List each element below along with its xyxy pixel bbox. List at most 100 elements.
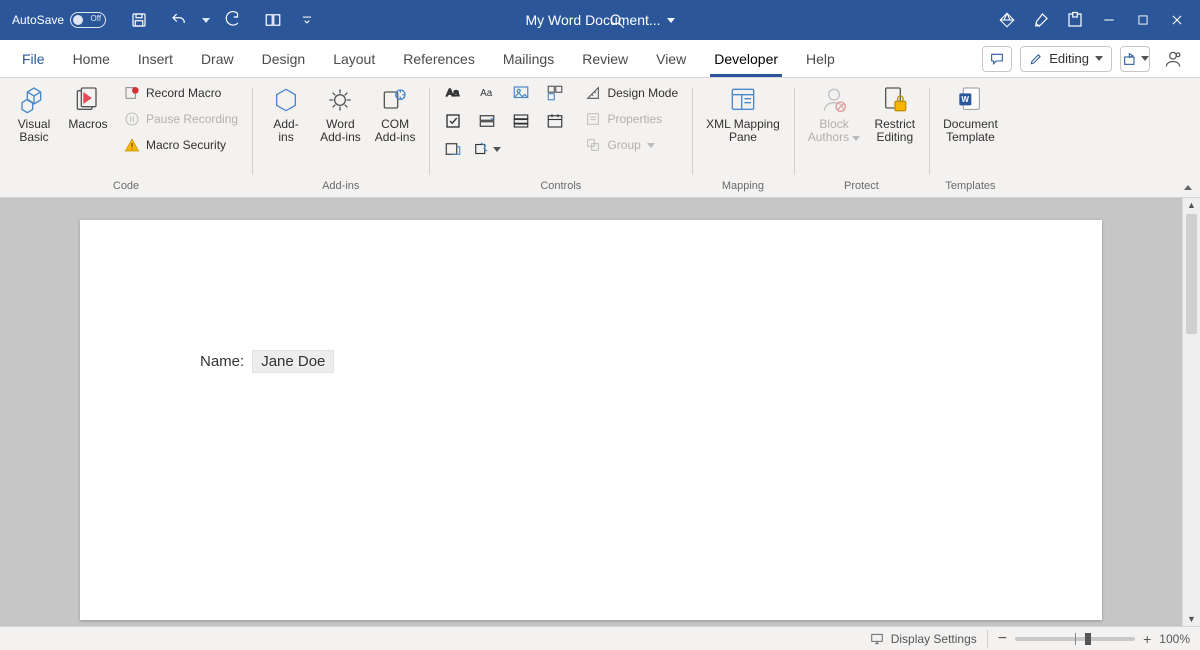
quick-access-toolbar: [122, 3, 318, 37]
controls-gallery: Aa Aa: [439, 82, 569, 162]
tab-references[interactable]: References: [391, 40, 487, 77]
tab-draw[interactable]: Draw: [189, 40, 246, 77]
zoom-controls: − + 100%: [998, 631, 1190, 647]
word-addins-button[interactable]: WordAdd-ins: [316, 82, 365, 146]
chevron-down-icon[interactable]: [202, 18, 210, 23]
diamond-icon[interactable]: [990, 3, 1024, 37]
account-button[interactable]: [1158, 46, 1188, 72]
tab-view[interactable]: View: [644, 40, 698, 77]
qat-more-icon[interactable]: [256, 3, 290, 37]
group-label: Controls: [439, 177, 682, 195]
qat-customize-icon[interactable]: [296, 3, 318, 37]
display-settings-button[interactable]: Display Settings: [869, 632, 977, 646]
com-addins-button[interactable]: COMAdd-ins: [371, 82, 420, 146]
vertical-scrollbar[interactable]: ▲ ▼: [1182, 198, 1200, 626]
comments-button[interactable]: [982, 46, 1012, 72]
undo-button[interactable]: [162, 3, 196, 37]
word-doc-icon: W: [954, 84, 986, 116]
field-label: Name:: [200, 353, 244, 370]
title-bar: AutoSave Off My Word Document...: [0, 0, 1200, 40]
date-picker-control-icon[interactable]: [541, 110, 569, 132]
document-area: Name: Jane Doe ▲ ▼: [0, 198, 1200, 626]
close-button[interactable]: [1160, 3, 1194, 37]
autosave-toggle[interactable]: AutoSave Off: [6, 12, 112, 28]
ruler-triangle-icon: [585, 85, 601, 101]
group-button: Group: [581, 134, 682, 156]
chevron-down-icon: [1141, 56, 1149, 61]
chevron-down-icon: [667, 18, 675, 23]
group-label: Add-ins: [262, 177, 419, 195]
tab-insert[interactable]: Insert: [126, 40, 185, 77]
macro-security-button[interactable]: Macro Security: [120, 134, 242, 156]
group-label: Mapping: [702, 177, 784, 195]
tab-review[interactable]: Review: [570, 40, 640, 77]
repeating-section-icon[interactable]: [439, 138, 467, 160]
restrict-editing-button[interactable]: RestrictEditing: [870, 82, 919, 146]
pause-icon: [124, 111, 140, 127]
warning-icon: [124, 137, 140, 153]
app-switch-icon[interactable]: [1058, 3, 1092, 37]
zoom-level[interactable]: 100%: [1159, 632, 1190, 646]
group-icon: [585, 137, 601, 153]
visual-basic-button[interactable]: VisualBasic: [10, 82, 58, 146]
scrollbar-thumb[interactable]: [1186, 214, 1197, 334]
brush-icon[interactable]: [1024, 3, 1058, 37]
share-button[interactable]: [1120, 46, 1150, 72]
tab-design[interactable]: Design: [250, 40, 318, 77]
addins-button[interactable]: Add-ins: [262, 82, 310, 146]
group-protect: BlockAuthors RestrictEditing Protect: [794, 78, 929, 197]
zoom-out-button[interactable]: −: [998, 634, 1007, 644]
combobox-control-icon[interactable]: [473, 110, 501, 132]
tab-file[interactable]: File: [10, 40, 57, 77]
redo-button[interactable]: [216, 3, 250, 37]
window-controls: [990, 3, 1194, 37]
tab-mailings[interactable]: Mailings: [491, 40, 566, 77]
tab-home[interactable]: Home: [61, 40, 122, 77]
gear-icon: [324, 84, 356, 116]
search-button[interactable]: [600, 9, 634, 33]
collapse-ribbon-button[interactable]: [1184, 179, 1192, 193]
autosave-label: AutoSave: [12, 13, 64, 27]
editing-mode-button[interactable]: Editing: [1020, 46, 1112, 72]
text-content-control[interactable]: Jane Doe: [252, 350, 334, 373]
status-bar: Display Settings − + 100%: [0, 626, 1200, 650]
building-block-control-icon[interactable]: [541, 82, 569, 104]
document-template-button[interactable]: W DocumentTemplate: [939, 82, 1002, 146]
page[interactable]: Name: Jane Doe: [80, 220, 1102, 620]
group-label: Code: [10, 177, 242, 195]
maximize-button[interactable]: [1126, 3, 1160, 37]
picture-control-icon[interactable]: [507, 82, 535, 104]
dropdown-control-icon[interactable]: [507, 110, 535, 132]
tab-layout[interactable]: Layout: [321, 40, 387, 77]
svg-text:W: W: [962, 95, 970, 104]
checkbox-control-icon[interactable]: [439, 110, 467, 132]
ribbon-tabs: File Home Insert Draw Design Layout Refe…: [0, 40, 1200, 78]
record-icon: [124, 85, 140, 101]
macros-icon: [72, 84, 104, 116]
record-macro-button[interactable]: Record Macro: [120, 82, 242, 104]
group-controls: Aa Aa Design Mode Properties: [429, 78, 692, 197]
lock-document-icon: [879, 84, 911, 116]
hexagon-icon: [270, 84, 302, 116]
group-templates: W DocumentTemplate Templates: [929, 78, 1012, 197]
plain-text-control-icon[interactable]: Aa: [473, 82, 501, 104]
minimize-button[interactable]: [1092, 3, 1126, 37]
pencil-icon: [1029, 52, 1043, 66]
zoom-slider[interactable]: [1015, 637, 1135, 641]
xml-mapping-button[interactable]: XML MappingPane: [702, 82, 784, 146]
design-mode-button[interactable]: Design Mode: [581, 82, 682, 104]
tab-developer[interactable]: Developer: [702, 40, 790, 77]
macros-button[interactable]: Macros: [64, 82, 112, 133]
legacy-tools-icon[interactable]: [473, 138, 501, 160]
save-icon[interactable]: [122, 3, 156, 37]
svg-text:Aa: Aa: [447, 87, 460, 99]
group-label: Protect: [804, 177, 919, 195]
zoom-in-button[interactable]: +: [1143, 631, 1151, 647]
group-mapping: XML MappingPane Mapping: [692, 78, 794, 197]
monitor-icon: [869, 632, 885, 646]
xml-pane-icon: [726, 84, 760, 116]
tab-help[interactable]: Help: [794, 40, 847, 77]
content-control-row: Name: Jane Doe: [200, 350, 334, 373]
cube-icon: [18, 84, 50, 116]
rich-text-control-icon[interactable]: Aa: [439, 82, 467, 104]
